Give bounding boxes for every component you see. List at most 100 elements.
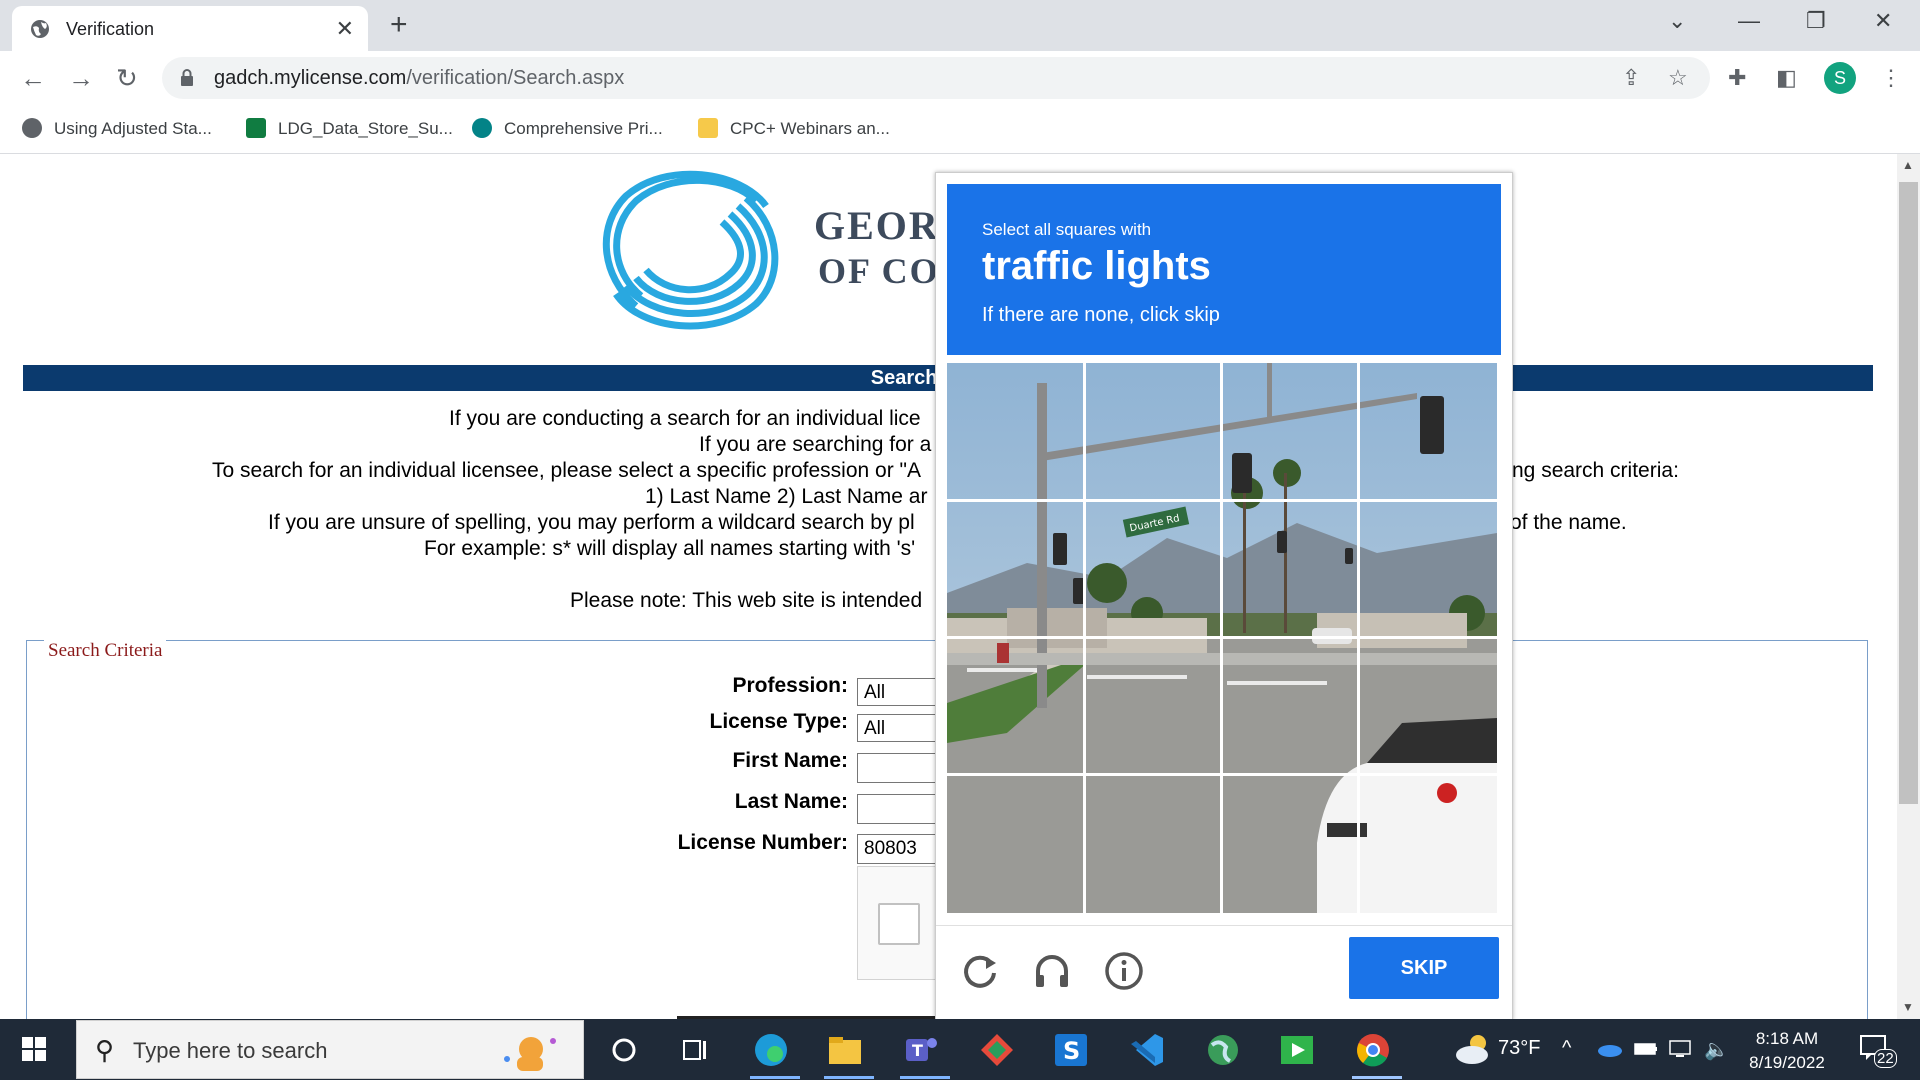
instruction-line: If you are unsure of spelling, you may p… xyxy=(268,511,915,534)
scroll-up-icon[interactable]: ▲ xyxy=(1902,158,1914,172)
bookmarks-bar: Using Adjusted Sta... LDG_Data_Store_Su.… xyxy=(0,105,1920,154)
battery-icon[interactable] xyxy=(1634,1041,1658,1057)
bookmark-item[interactable]: Using Adjusted Sta... xyxy=(22,118,212,139)
grid-tile[interactable] xyxy=(1223,776,1359,912)
reload-icon[interactable]: ↻ xyxy=(116,63,138,94)
search-placeholder: Type here to search xyxy=(133,1038,328,1063)
instruction-line: If you are conducting a search for an in… xyxy=(449,407,921,430)
running-indicator xyxy=(900,1076,950,1079)
windows-start-icon[interactable] xyxy=(22,1037,46,1061)
bookmark-label: CPC+ Webinars an... xyxy=(730,119,890,138)
scroll-down-icon[interactable]: ▼ xyxy=(1902,1000,1914,1014)
tab-strip: Verification ✕ + ⌄ — ❐ ✕ xyxy=(0,0,1920,51)
profile-avatar[interactable]: S xyxy=(1824,62,1856,94)
search-criteria-legend: Search Criteria xyxy=(44,640,167,662)
grid-tile[interactable] xyxy=(1223,502,1359,638)
minimize-icon[interactable]: — xyxy=(1738,8,1760,34)
grid-tile[interactable] xyxy=(1360,502,1496,638)
grid-tile[interactable] xyxy=(947,502,1083,638)
first-name-field[interactable] xyxy=(857,753,937,783)
challenge-image-grid: Duarte Rd xyxy=(947,363,1497,913)
page-scrollbar[interactable]: ▲ ▼ xyxy=(1897,154,1920,1019)
globe-app-icon[interactable] xyxy=(1204,1031,1242,1069)
teams-icon[interactable]: T xyxy=(902,1031,940,1069)
profession-select[interactable]: All xyxy=(857,678,937,706)
task-view-icon[interactable] xyxy=(676,1031,714,1069)
temperature-text[interactable]: 73°F xyxy=(1498,1037,1540,1060)
grid-tile[interactable] xyxy=(1223,363,1359,499)
grid-tile[interactable] xyxy=(1223,639,1359,775)
tab-title: Verification xyxy=(66,19,155,39)
georgia-logo xyxy=(602,170,779,330)
back-icon[interactable]: ← xyxy=(20,63,46,94)
challenge-target: traffic lights xyxy=(982,244,1211,288)
show-hidden-icons[interactable]: ^ xyxy=(1562,1037,1571,1060)
grid-tile[interactable] xyxy=(1086,363,1222,499)
windows-taskbar: ⚲ Type here to search T S 73°F ^ 🔈 8:18 … xyxy=(0,1019,1920,1080)
menu-icon[interactable]: ⋮ xyxy=(1880,65,1902,91)
grid-tile[interactable] xyxy=(947,639,1083,775)
instruction-line: ng search criteria: xyxy=(1512,459,1679,482)
grid-tile[interactable] xyxy=(1086,639,1222,775)
notification-count: 22 xyxy=(1874,1049,1897,1068)
grid-tile[interactable] xyxy=(947,363,1083,499)
edge-icon[interactable] xyxy=(752,1031,790,1069)
sql-server-icon[interactable]: S xyxy=(1052,1031,1090,1069)
recaptcha-checkbox[interactable] xyxy=(878,903,920,945)
license-number-field[interactable]: 80803 xyxy=(857,834,937,864)
close-window-icon[interactable]: ✕ xyxy=(1874,8,1892,34)
extensions-icon[interactable]: ✚ xyxy=(1728,65,1746,91)
restore-icon[interactable]: ❐ xyxy=(1806,8,1826,34)
bookmark-item[interactable]: Comprehensive Pri... xyxy=(472,118,663,139)
file-explorer-icon[interactable] xyxy=(826,1031,864,1069)
grid-tile[interactable] xyxy=(1086,776,1222,912)
grid-tile[interactable] xyxy=(1360,363,1496,499)
profession-label: Profession: xyxy=(732,674,848,697)
network-icon[interactable] xyxy=(1668,1039,1694,1059)
license-number-label: License Number: xyxy=(677,831,848,854)
info-icon[interactable] xyxy=(1102,949,1146,993)
taskbar-search[interactable]: ⚲ Type here to search xyxy=(76,1020,584,1079)
lock-icon xyxy=(181,69,193,86)
scroll-thumb[interactable] xyxy=(1899,182,1918,804)
license-type-select[interactable]: All xyxy=(857,714,937,742)
vscode-icon[interactable] xyxy=(1128,1031,1166,1069)
audio-challenge-icon[interactable] xyxy=(1030,949,1074,993)
onedrive-icon[interactable] xyxy=(1596,1041,1622,1057)
media-player-icon[interactable] xyxy=(1278,1031,1316,1069)
bookmark-item[interactable]: LDG_Data_Store_Su... xyxy=(246,118,453,139)
volume-icon[interactable]: 🔈 xyxy=(1704,1037,1729,1062)
bookmark-star-icon[interactable]: ☆ xyxy=(1668,65,1688,91)
new-tab-button[interactable]: + xyxy=(390,8,408,42)
skip-button[interactable]: SKIP xyxy=(1349,937,1499,999)
chrome-icon[interactable] xyxy=(1354,1031,1392,1069)
weather-icon[interactable] xyxy=(1454,1031,1494,1067)
svg-text:S: S xyxy=(1063,1037,1080,1065)
url-domain: gadch.mylicense.com xyxy=(214,67,407,89)
challenge-header: Select all squares with traffic lights I… xyxy=(947,184,1501,355)
org-name-line2: OF CO xyxy=(818,251,940,291)
share-icon[interactable]: ⇪ xyxy=(1622,65,1640,91)
browser-toolbar: ← → ↻ gadch.mylicense.com/verification/S… xyxy=(0,51,1920,105)
last-name-field[interactable] xyxy=(857,794,937,824)
instruction-line: of the name. xyxy=(1510,511,1627,534)
system-clock[interactable]: 8:18 AM 8/19/2022 xyxy=(1742,1027,1832,1075)
side-panel-icon[interactable]: ◧ xyxy=(1776,65,1797,91)
grid-tile[interactable] xyxy=(1086,502,1222,638)
forward-icon[interactable]: → xyxy=(68,63,94,94)
tab-verification[interactable]: Verification ✕ xyxy=(12,6,368,51)
address-bar[interactable]: gadch.mylicense.com/verification/Search.… xyxy=(162,57,1710,99)
globe-icon xyxy=(31,20,49,38)
grid-tile[interactable] xyxy=(1360,639,1496,775)
instruction-line: To search for an individual licensee, pl… xyxy=(212,459,921,482)
clock-time: 8:18 AM xyxy=(1755,1029,1819,1048)
bookmark-item[interactable]: CPC+ Webinars an... xyxy=(698,118,890,139)
grid-tile[interactable] xyxy=(1360,776,1496,912)
close-tab-icon[interactable]: ✕ xyxy=(336,16,354,42)
reload-challenge-icon[interactable] xyxy=(958,949,1002,993)
bookmark-label: Comprehensive Pri... xyxy=(504,119,663,138)
git-icon[interactable] xyxy=(978,1031,1016,1069)
grid-tile[interactable] xyxy=(947,776,1083,912)
tab-search-icon[interactable]: ⌄ xyxy=(1668,8,1686,34)
cortana-icon[interactable] xyxy=(605,1031,643,1069)
